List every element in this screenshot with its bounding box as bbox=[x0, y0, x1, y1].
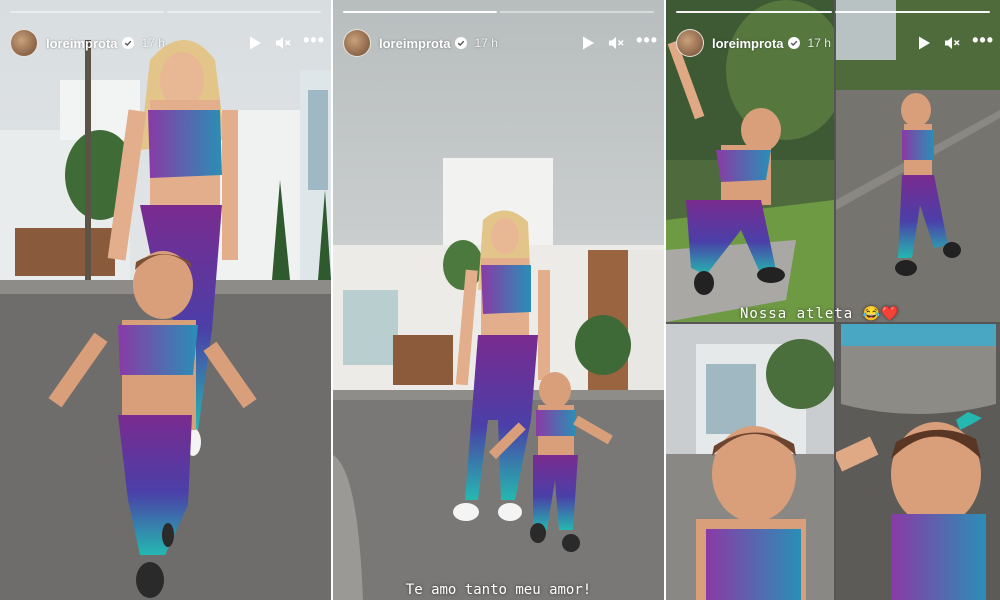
username[interactable]: loreimprota bbox=[712, 36, 784, 51]
play-icon[interactable] bbox=[247, 35, 263, 51]
story-progress-bar bbox=[676, 11, 990, 13]
mute-icon[interactable] bbox=[275, 35, 291, 51]
mute-icon[interactable] bbox=[608, 35, 624, 51]
verified-badge-icon bbox=[454, 37, 467, 49]
story-photo-mother-daughter-walking bbox=[333, 0, 664, 600]
progress-segment bbox=[343, 11, 497, 13]
username[interactable]: loreimprota bbox=[379, 36, 451, 51]
avatar[interactable] bbox=[10, 29, 38, 57]
username[interactable]: loreimprota bbox=[46, 36, 118, 51]
more-options-icon[interactable]: ••• bbox=[972, 31, 994, 49]
story-panel-1[interactable]: loreimprota 17 h ••• bbox=[0, 0, 331, 600]
progress-segment bbox=[676, 11, 832, 13]
verified-badge-icon bbox=[121, 37, 134, 49]
progress-segment bbox=[167, 11, 321, 13]
progress-segment bbox=[834, 11, 990, 13]
story-progress-bar bbox=[10, 11, 321, 13]
story-panel-2[interactable]: loreimprota 17 h ••• Te amo tanto meu am… bbox=[333, 0, 664, 600]
story-photo-mother-daughter-running bbox=[0, 0, 331, 600]
verified-badge-icon bbox=[787, 37, 800, 49]
more-options-icon[interactable]: ••• bbox=[303, 31, 325, 49]
progress-segment bbox=[10, 11, 164, 13]
timestamp: 17 h bbox=[141, 36, 165, 50]
progress-segment bbox=[500, 11, 654, 13]
story-caption: Nossa atleta 😂❤️ bbox=[740, 306, 900, 322]
timestamp: 17 h bbox=[474, 36, 498, 50]
play-icon[interactable] bbox=[580, 35, 596, 51]
play-icon[interactable] bbox=[916, 35, 932, 51]
mute-icon[interactable] bbox=[944, 35, 960, 51]
story-caption: Te amo tanto meu amor! bbox=[405, 582, 592, 598]
collage-photo-child-closeup bbox=[666, 324, 834, 600]
avatar[interactable] bbox=[343, 29, 371, 57]
collage-photo-child-bow bbox=[836, 324, 1000, 600]
story-progress-bar bbox=[343, 11, 654, 13]
story-header: loreimprota 17 h ••• bbox=[676, 28, 994, 58]
story-header: loreimprota 17 h ••• bbox=[343, 28, 658, 58]
more-options-icon[interactable]: ••• bbox=[636, 31, 658, 49]
avatar[interactable] bbox=[676, 29, 704, 57]
story-header: loreimprota 17 h ••• bbox=[10, 28, 325, 58]
timestamp: 17 h bbox=[807, 36, 831, 50]
story-panel-3[interactable]: loreimprota 17 h ••• Nossa atleta 😂❤️ bbox=[666, 0, 1000, 600]
